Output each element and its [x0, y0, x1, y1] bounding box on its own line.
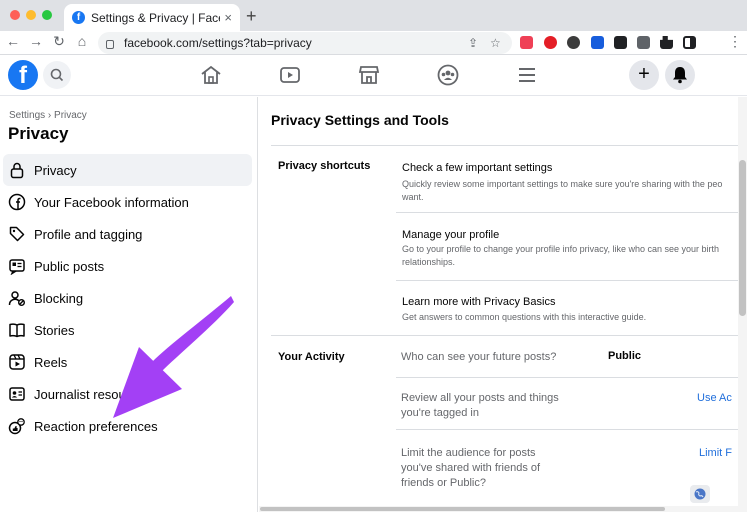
create-button[interactable]: + — [629, 60, 659, 90]
tag-icon — [7, 224, 27, 244]
groups-nav-icon[interactable] — [436, 63, 460, 87]
shortcut-description: Go to your profile to change your profil… — [402, 244, 719, 267]
browser-tab[interactable]: f Settings & Privacy | Facebook × — [64, 4, 240, 31]
shortcut-title[interactable]: Learn more with Privacy Basics — [402, 296, 555, 308]
public-posts-icon — [7, 256, 27, 276]
your-activity-label: Your Activity — [278, 351, 345, 363]
bookmark-star-icon[interactable]: ☆ — [490, 36, 501, 50]
horizontal-scrollbar[interactable] — [259, 506, 738, 512]
privacy-settings-main: Privacy Settings and Tools Privacy short… — [259, 97, 738, 506]
messenger-button[interactable] — [665, 60, 695, 90]
sidebar-item-profile-and-tagging[interactable]: Profile and tagging — [3, 218, 252, 250]
facebook-header: f + — [0, 56, 747, 96]
tab-title: Settings & Privacy | Facebook — [91, 10, 220, 25]
divider — [396, 280, 738, 281]
address-bar[interactable]: facebook.com/settings?tab=privacy ⇪ ☆ — [98, 32, 512, 54]
divider — [271, 335, 738, 336]
divider — [396, 377, 738, 378]
maximize-window-button[interactable] — [42, 10, 52, 20]
breadcrumb: Settings › Privacy — [9, 110, 87, 121]
puzzle-extensions-icon[interactable] — [660, 36, 673, 49]
forward-button[interactable]: → — [27, 33, 45, 49]
reload-button[interactable]: ↻ — [50, 33, 68, 50]
bitwarden-extension-icon[interactable] — [591, 36, 604, 49]
lock-icon — [106, 39, 114, 49]
divider — [271, 145, 738, 146]
url-text: facebook.com/settings?tab=privacy — [124, 36, 312, 50]
opera-extension-icon[interactable] — [544, 36, 557, 49]
activity-text: Limit the audience for posts you've shar… — [401, 447, 541, 489]
use-activity-log-link[interactable]: Use Ac — [697, 392, 732, 404]
tools-extension-icon[interactable] — [637, 36, 650, 49]
spy-extension-icon[interactable] — [567, 36, 580, 49]
shortcut-title[interactable]: Check a few important settings — [402, 162, 552, 174]
main-title: Privacy Settings and Tools — [271, 112, 449, 128]
sidebar-item-label: Blocking — [34, 290, 84, 306]
minimize-window-button[interactable] — [26, 10, 36, 20]
limit-past-posts-link[interactable]: Limit F — [699, 447, 732, 459]
sidebar-item-label: Your Facebook information — [34, 194, 189, 210]
activity-text: Who can see your future posts? — [401, 351, 557, 363]
browser-menu-icon[interactable]: ⋮ — [726, 33, 744, 50]
notifications-bell-icon — [673, 67, 687, 84]
search-icon — [50, 68, 64, 82]
activity-value: Public — [608, 350, 642, 362]
sidebar-item-label: Reels — [34, 354, 68, 370]
sidebar-item-label: Privacy — [34, 162, 77, 178]
notes-extension-icon[interactable] — [614, 36, 627, 49]
marketplace-nav-icon[interactable] — [357, 63, 381, 87]
sidebar-item-stories[interactable]: Stories — [3, 314, 252, 346]
sidebar-item-label: Journalist resou — [34, 386, 126, 402]
sidebar-item-public-posts[interactable]: Public posts — [3, 250, 252, 282]
scrollbar-thumb[interactable] — [260, 507, 665, 511]
journalist-icon — [7, 384, 27, 404]
sidebar-item-reels[interactable]: Reels — [3, 346, 252, 378]
page-title: Privacy — [8, 124, 69, 143]
lock-icon — [7, 160, 27, 180]
sidebar-item-reaction-preferences[interactable]: Reaction preferences — [3, 410, 252, 442]
watch-nav-icon[interactable] — [278, 63, 302, 87]
sidebar-toggle-icon[interactable] — [683, 36, 696, 49]
reaction-icon — [7, 416, 27, 436]
pocket-extension-icon[interactable] — [520, 36, 533, 49]
shortcut-title[interactable]: Manage your profile — [402, 229, 499, 241]
sidebar-item-label: Public posts — [34, 258, 105, 274]
shortcut-description: Quickly review some important settings t… — [402, 179, 723, 202]
sidebar-item-blocking[interactable]: Blocking — [3, 282, 252, 314]
share-icon[interactable]: ⇪ — [468, 36, 478, 50]
menu-nav-icon[interactable] — [515, 63, 539, 87]
sidebar-item-your-facebook-information[interactable]: Your Facebook information — [3, 186, 252, 218]
sidebar-item-label: Profile and tagging — [34, 226, 143, 242]
facebook-logo-icon[interactable]: f — [8, 60, 38, 90]
home-nav-icon[interactable] — [199, 63, 223, 87]
sidebar-item-label: Stories — [34, 322, 75, 338]
browser-tab-bar: f Settings & Privacy | Facebook × + — [0, 0, 747, 31]
divider — [396, 429, 738, 430]
sidebar-item-journalist-resources[interactable]: Journalist resou — [3, 378, 252, 410]
facebook-favicon-icon: f — [72, 11, 85, 24]
sidebar-item-privacy[interactable]: Privacy — [3, 154, 252, 186]
vertical-scrollbar[interactable] — [738, 97, 747, 512]
sidebar-item-label: Reaction preferences — [34, 418, 158, 434]
reels-icon — [7, 352, 27, 372]
facebook-icon — [7, 192, 27, 212]
language-globe-button[interactable] — [690, 485, 710, 503]
tab-close-icon[interactable]: × — [224, 10, 232, 25]
shortcut-description: Get answers to common questions with thi… — [402, 312, 647, 322]
privacy-shortcuts-label: Privacy shortcuts — [278, 160, 371, 172]
close-window-button[interactable] — [10, 10, 20, 20]
home-button[interactable]: ⌂ — [73, 33, 91, 49]
activity-text: Review all your posts and things you're … — [401, 392, 559, 419]
book-icon — [7, 320, 27, 340]
browser-toolbar: ← → ↻ ⌂ facebook.com/settings?tab=privac… — [0, 31, 747, 55]
divider — [396, 212, 738, 213]
back-button[interactable]: ← — [4, 33, 22, 49]
blocking-icon — [7, 288, 27, 308]
settings-sidebar: Settings › Privacy Privacy Privacy Your … — [0, 97, 258, 512]
new-tab-button[interactable]: + — [246, 6, 257, 27]
scrollbar-thumb[interactable] — [739, 160, 746, 316]
globe-icon — [694, 488, 706, 500]
search-button[interactable] — [43, 61, 71, 89]
